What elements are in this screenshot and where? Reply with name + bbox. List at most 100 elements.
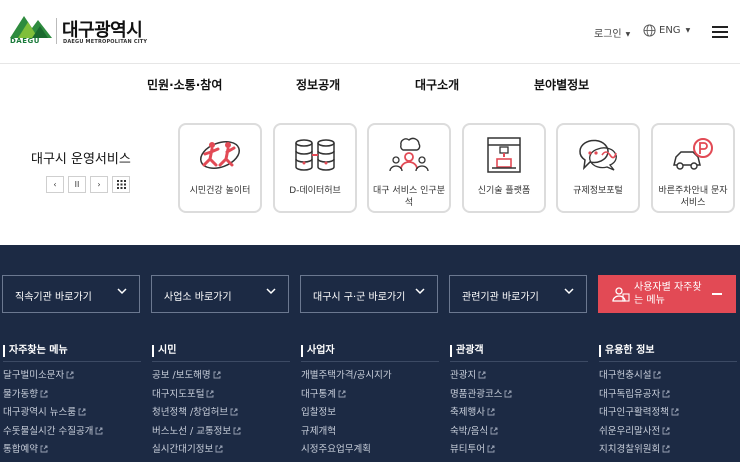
select-direct-agencies[interactable]: 직속기관 바로가기 <box>2 275 140 313</box>
caret-down-icon: ▼ <box>685 27 691 34</box>
footer-link[interactable]: 대구광역시 뉴스룸 <box>3 404 103 423</box>
footer-link[interactable]: 버스노선 / 교통정보 <box>152 423 241 442</box>
external-link-icon <box>671 408 679 416</box>
footer-link[interactable]: 대구지도포털 <box>152 386 241 405</box>
database-icon <box>295 139 335 171</box>
footer-link[interactable]: 공보 /보도해명 <box>152 367 241 386</box>
chevron-down-icon <box>415 288 425 295</box>
external-link-icon <box>662 427 670 434</box>
select-label: 관련기관 바로가기 <box>462 292 539 303</box>
3d-printer-icon <box>487 137 521 173</box>
footer-link[interactable]: 청년정책 /창업허브 <box>152 404 241 423</box>
chevron-down-icon <box>266 288 276 295</box>
external-link-icon <box>40 390 48 397</box>
footer-link[interactable]: 입찰정보 <box>301 404 392 423</box>
globe-icon <box>643 24 656 37</box>
select-label: 직속기관 바로가기 <box>15 292 92 303</box>
language-label: ENG <box>659 25 681 36</box>
footer-column-citizen: 시민 공보 /보도해명 대구지도포털 청년정책 /창업허브 버스노선 / 교통정… <box>152 345 290 460</box>
external-link-icon <box>478 371 486 379</box>
service-card-regulation[interactable]: 규제정보포털 <box>556 123 640 213</box>
footer-link[interactable]: 관광지 <box>450 367 512 386</box>
logo-mark-text: DAEGU <box>10 37 40 45</box>
footer-link[interactable]: 개별주택가격/공시지가 <box>301 367 392 386</box>
nav-about-daegu[interactable]: 대구소개 <box>415 76 459 93</box>
select-related-agencies[interactable]: 관련기관 바로가기 <box>449 275 587 313</box>
main-navigation: 민원·소통·참여 정보공개 대구소개 분야별정보 <box>0 64 740 104</box>
footer-link[interactable]: 대구인구활력정책 <box>599 404 679 423</box>
select-districts[interactable]: 대구시 구·군 바로가기 <box>300 275 438 313</box>
caret-down-icon: ▼ <box>625 30 631 38</box>
site-header: DAEGU 대구광역시 DAEGU METROPOLITAN CITY 로그인 ▼… <box>0 0 740 64</box>
parking-car-icon <box>673 138 713 170</box>
footer-link[interactable]: 뷰티투어 <box>450 441 512 460</box>
footer-link[interactable]: 쉬운우리말사전 <box>599 423 679 442</box>
service-card-label: D-데이터허브 <box>289 186 341 196</box>
external-link-icon <box>207 390 214 397</box>
footer-link[interactable]: 물가동향 <box>3 386 103 405</box>
carousel-controls: ‹ II › <box>46 176 130 193</box>
service-card-datahub[interactable]: D-데이터허브 <box>273 123 357 213</box>
favorite-menu-button[interactable]: 사용자별 자주찾는 메뉴 <box>598 275 736 313</box>
grid-icon <box>116 180 126 189</box>
footer-link[interactable]: 지치경찰위원회 <box>599 441 679 460</box>
footer-column-tourist: 관광객 관광지 명품관광코스 축제행사 숙박/음식 뷰티투어 <box>450 345 588 460</box>
column-title: 유용한 정보 <box>599 345 679 357</box>
footer-link[interactable]: 실시간대기정보 <box>152 441 241 460</box>
external-link-icon <box>215 445 223 453</box>
user-menu-icon <box>612 287 630 302</box>
service-card-parking[interactable]: 바른주차안내 문자서비스 <box>651 123 735 213</box>
nav-info-disclosure[interactable]: 정보공개 <box>296 76 340 93</box>
footer-link[interactable]: 대구통계 <box>301 386 392 405</box>
speech-bubble-icon <box>579 139 617 171</box>
footer-link[interactable]: 대구독립유공자 <box>599 386 679 405</box>
service-card-label: 바른주차안내 문자서비스 <box>658 186 728 208</box>
prev-button[interactable]: ‹ <box>46 176 64 193</box>
service-card-label: 대구 서비스 인구분석 <box>373 186 445 208</box>
pause-button[interactable]: II <box>68 176 86 193</box>
select-label: 사업소 바로가기 <box>164 292 232 303</box>
next-button[interactable]: › <box>90 176 108 193</box>
column-title: 사업자 <box>301 345 392 357</box>
footer-link[interactable]: 축제행사 <box>450 404 512 423</box>
external-link-icon <box>487 445 495 453</box>
footer-link[interactable]: 명품관광코스 <box>450 386 512 405</box>
external-link-icon <box>233 427 241 434</box>
service-card-label: 규제정보포털 <box>573 186 623 196</box>
chevron-down-icon <box>117 288 127 295</box>
service-card-label: 시민건강 놀이터 <box>189 186 251 196</box>
service-card-label: 신기술 플랫폼 <box>477 186 531 196</box>
external-link-icon <box>213 371 221 379</box>
external-link-icon <box>662 390 670 397</box>
column-title: 시민 <box>152 345 241 357</box>
service-card-newtech[interactable]: 신기술 플랫폼 <box>462 123 546 213</box>
service-card-health[interactable]: 시민건강 놀이터 <box>178 123 262 213</box>
people-analysis-icon <box>389 137 429 172</box>
logo-subtitle: DAEGU METROPOLITAN CITY <box>63 39 148 45</box>
external-link-icon <box>505 390 512 397</box>
footer-link[interactable]: 규제개혁 <box>301 423 392 442</box>
external-link-icon <box>78 408 86 416</box>
hamburger-icon[interactable] <box>712 26 728 38</box>
footer-link[interactable]: 시정주요업무계획 <box>301 441 392 460</box>
footer-link[interactable]: 달구벌미소문자 <box>3 367 103 386</box>
external-link-icon <box>230 408 238 416</box>
footer-link[interactable]: 통합예약 <box>3 441 103 460</box>
external-link-icon <box>40 445 48 453</box>
external-link-icon <box>95 427 103 434</box>
language-menu[interactable]: ENG ▼ <box>643 24 690 37</box>
login-menu[interactable]: 로그인 ▼ <box>594 25 630 40</box>
toggle-dash-icon <box>712 293 722 295</box>
select-business-offices[interactable]: 사업소 바로가기 <box>151 275 289 313</box>
footer-link[interactable]: 숙박/음식 <box>450 423 512 442</box>
footer-link[interactable]: 수돗물실시간 수질공개 <box>3 423 103 442</box>
external-link-icon <box>654 371 661 379</box>
nav-field-info[interactable]: 분야별정보 <box>534 76 589 93</box>
column-title: 자주찾는 메뉴 <box>3 345 103 357</box>
service-card-population[interactable]: 대구 서비스 인구분석 <box>367 123 451 213</box>
site-logo[interactable]: DAEGU 대구광역시 DAEGU METROPOLITAN CITY <box>8 8 158 50</box>
external-link-icon <box>66 371 74 379</box>
footer-link[interactable]: 대구헌충시설 <box>599 367 679 386</box>
view-all-button[interactable] <box>112 176 130 193</box>
nav-civil[interactable]: 민원·소통·참여 <box>147 76 222 93</box>
